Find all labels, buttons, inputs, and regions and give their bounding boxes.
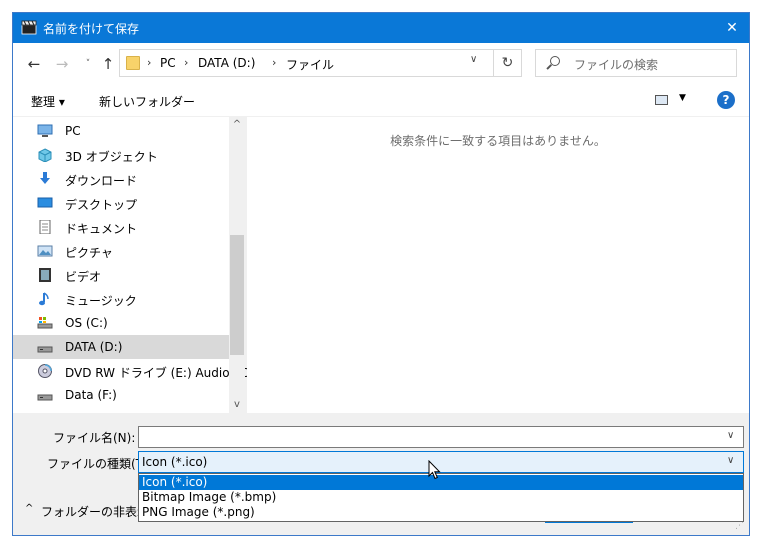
dvd-drive-icon (37, 364, 53, 378)
sidebar-item[interactable]: Data (F:) (13, 383, 229, 407)
scroll-down-arrow[interactable]: v (229, 399, 245, 410)
breadcrumb-separator: › (147, 56, 152, 69)
sidebar-item[interactable]: PC (13, 119, 229, 143)
chevron-down-icon: ˅ (85, 59, 91, 69)
chevron-down-icon[interactable]: ∨ (470, 54, 477, 65)
system-drive-icon (37, 316, 53, 330)
music-icon (37, 292, 53, 306)
filetype-option-png[interactable]: PNG Image (*.png) (139, 505, 743, 520)
help-icon: ? (722, 93, 730, 107)
refresh-button[interactable]: ↻ (494, 49, 522, 77)
arrow-left-icon: ← (27, 55, 41, 73)
recent-locations-button[interactable]: ˅ (77, 53, 99, 75)
filename-label: ファイル名(N): (53, 431, 136, 445)
sidebar-item-label: DATA (D:) (65, 340, 123, 354)
window-title: 名前を付けて保存 (43, 22, 140, 36)
view-icon (655, 95, 668, 105)
sidebar-item[interactable]: デスクトップ (13, 191, 229, 215)
sidebar-item[interactable]: ピクチャ (13, 239, 229, 263)
sidebar-item[interactable]: DVD RW ドライブ (E:) Audio CD (13, 359, 251, 383)
chevron-down-icon: ∨ (727, 455, 735, 466)
arrow-right-icon: → (55, 55, 69, 73)
sidebar-item[interactable]: OS (C:) (13, 311, 229, 335)
hide-folders-label: フォルダーの非表示 (41, 505, 150, 519)
breadcrumb-pc[interactable]: PC (160, 56, 176, 70)
sidebar-item[interactable]: 3D オブジェクト (13, 143, 229, 167)
navigation-bar: ← → ˅ ↑ › PC › DATA (D:) › ファイル ∨ ↻ ファイル… (13, 43, 749, 85)
sidebar-item[interactable]: ダウンロード (13, 167, 229, 191)
help-button[interactable]: ? (717, 91, 735, 109)
drive-icon (37, 340, 53, 354)
pc-icon (37, 124, 53, 138)
sidebar-item-label: PC (65, 124, 81, 138)
filetype-option-bmp[interactable]: Bitmap Image (*.bmp) (139, 490, 743, 505)
empty-results-message: 検索条件に一致する項目はありません。 (390, 134, 606, 148)
breadcrumb-separator: › (272, 56, 277, 69)
sidebar-item-label: OS (C:) (65, 316, 108, 330)
organize-button[interactable]: 整理 ▾ (31, 93, 65, 110)
search-icon (550, 56, 560, 66)
breadcrumb-separator: › (184, 56, 189, 69)
sidebar-item-label: 3D オブジェクト (65, 150, 158, 164)
save-as-dialog: 名前を付けて保存 ✕ ← → ˅ ↑ › PC › DATA (D:) › ファ… (12, 12, 750, 536)
folder-icon (126, 56, 140, 70)
scroll-up-arrow[interactable]: ^ (229, 119, 245, 130)
new-folder-button[interactable]: 新しいフォルダー (99, 93, 195, 110)
title-bar: 名前を付けて保存 ✕ (13, 13, 749, 43)
address-bar[interactable]: › PC › DATA (D:) › ファイル ∨ (119, 49, 494, 77)
forward-button[interactable]: → (51, 53, 73, 75)
arrow-up-icon: ↑ (101, 55, 115, 73)
refresh-icon: ↻ (501, 55, 514, 71)
close-icon: ✕ (726, 20, 738, 36)
save-options-panel: ファイル名(N): ∨ ファイルの種類(T): Icon (*.ico) ∨ ^… (13, 413, 749, 535)
sidebar-item[interactable]: DATA (D:) (13, 335, 229, 359)
breadcrumb-data-d[interactable]: DATA (D:) (198, 56, 255, 70)
3d-objects-icon (37, 148, 53, 163)
mouse-pointer-icon (428, 459, 442, 480)
sidebar-item-label: Data (F:) (65, 388, 117, 402)
back-button[interactable]: ← (23, 53, 45, 75)
clapperboard-icon (21, 20, 37, 35)
nav-scrollbar[interactable]: ^ v (229, 117, 245, 413)
pictures-icon (37, 244, 53, 258)
sidebar-item[interactable]: ドキュメント (13, 215, 229, 239)
scroll-thumb[interactable] (230, 235, 244, 355)
download-icon (37, 172, 53, 186)
desktop-icon (37, 196, 53, 210)
view-options-button[interactable]: ▼ (655, 93, 695, 109)
filetype-label: ファイルの種類(T): (47, 457, 152, 471)
sidebar-item[interactable]: ミュージック (13, 287, 229, 311)
navigation-pane: PC 3D オブジェクト ダウンロード デスクトップ ドキュメント ピクチャビデオミュージ… (13, 117, 251, 413)
command-toolbar: 整理 ▾ 新しいフォルダー ▼ ? (13, 85, 749, 117)
up-button[interactable]: ↑ (97, 53, 119, 75)
close-button[interactable]: ✕ (715, 13, 749, 43)
chevron-down-icon: ▼ (679, 93, 686, 103)
documents-icon (37, 219, 53, 235)
sidebar-item-label: ドキュメント (65, 222, 138, 236)
sidebar-item[interactable]: ビデオ (13, 263, 229, 287)
chevron-down-icon[interactable]: ∨ (727, 430, 734, 441)
chevron-up-icon: ^ (25, 503, 34, 514)
resize-grip-icon[interactable]: ⋰ (735, 521, 744, 531)
breadcrumb-files[interactable]: ファイル (286, 56, 334, 73)
sidebar-item-label: デスクトップ (65, 198, 138, 212)
video-icon (37, 268, 53, 282)
sidebar-item-label: ダウンロード (65, 174, 138, 188)
sidebar-item-label: ミュージック (65, 294, 137, 308)
drive-icon (37, 388, 53, 402)
file-list-pane[interactable]: 検索条件に一致する項目はありません。 (247, 117, 749, 413)
filename-input[interactable]: ∨ (138, 426, 744, 448)
sidebar-item-label: DVD RW ドライブ (E:) Audio CD (65, 366, 251, 380)
search-placeholder: ファイルの検索 (574, 58, 659, 72)
filetype-selected-value: Icon (*.ico) (142, 455, 208, 469)
search-input[interactable]: ファイルの検索 (535, 49, 737, 77)
filetype-dropdown-list: Icon (*.ico) Bitmap Image (*.bmp) PNG Im… (138, 473, 744, 522)
sidebar-item-label: ピクチャ (65, 246, 113, 260)
sidebar-item-label: ビデオ (65, 270, 102, 284)
